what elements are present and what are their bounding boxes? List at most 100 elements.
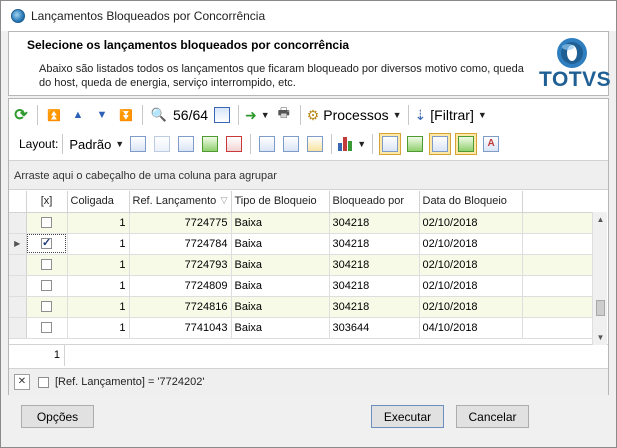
layout-select[interactable]: Padrão ▼ — [69, 133, 124, 155]
row-checkbox-cell[interactable] — [26, 233, 68, 255]
toolbar-navigation: ⟳ ⏫ ▲ ▼ ⏬ 🔍 56/64 ➜ ▼ 🖶 ⚙ Processos ▼ ⇣ [Fil… — [9, 102, 608, 128]
header-title: Selecione os lançamentos bloqueados por … — [27, 38, 350, 52]
row-checkbox[interactable] — [41, 301, 52, 313]
cell-coligada[interactable]: 1 — [67, 212, 130, 234]
export-button[interactable]: ➜ ▼ — [245, 104, 270, 126]
column-header-data-bloqueio[interactable]: Data do Bloqueio — [419, 191, 523, 213]
row-checkbox[interactable] — [41, 236, 52, 250]
next-record-button[interactable]: ▼ — [92, 104, 112, 126]
previous-record-button[interactable]: ▲ — [68, 104, 88, 126]
cell-tipo-bloqueio[interactable]: Baixa — [231, 296, 330, 318]
cell-coligada[interactable]: 1 — [67, 254, 130, 276]
row-checkbox[interactable] — [41, 259, 52, 271]
cell-ref-lancamento[interactable]: 7724809 — [129, 275, 232, 297]
processos-button[interactable]: ⚙ Processos ▼ — [307, 104, 402, 126]
table-row[interactable]: 1 7724816 Baixa 304218 02/10/2018 — [9, 296, 592, 318]
cell-coligada[interactable]: 1 — [67, 275, 130, 297]
cell-data-bloqueio[interactable]: 02/10/2018 — [419, 212, 523, 234]
row-checkbox[interactable] — [41, 280, 52, 292]
cell-ref-lancamento[interactable]: 7741043 — [129, 317, 232, 339]
cell-data-bloqueio[interactable]: 02/10/2018 — [419, 296, 523, 318]
cell-bloqueado-por[interactable]: 304218 — [329, 212, 420, 234]
table-row[interactable]: 1 7724809 Baixa 304218 02/10/2018 — [9, 275, 592, 297]
cell-data-bloqueio[interactable]: 02/10/2018 — [419, 275, 523, 297]
group-by-hint: Arraste aqui o cabeçalho de uma coluna p… — [14, 170, 277, 182]
page-counter-text: 56/64 — [173, 107, 209, 123]
row-checkbox[interactable] — [41, 217, 52, 229]
last-record-button[interactable]: ⏬ — [116, 104, 136, 126]
layout-columns-button[interactable] — [176, 133, 196, 155]
view-filter-toggle[interactable] — [429, 133, 452, 155]
layout-export-button[interactable] — [224, 133, 244, 155]
cell-coligada[interactable]: 1 — [67, 296, 130, 318]
filter-enable-checkbox[interactable] — [38, 376, 49, 388]
vertical-scrollbar[interactable]: ▲ ▼ — [592, 212, 607, 345]
layout-edit-icon — [154, 136, 171, 152]
totvs-logo: TOTVS — [539, 36, 611, 94]
table-row[interactable]: 1 7724775 Baixa 304218 02/10/2018 — [9, 212, 592, 234]
cell-bloqueado-por[interactable]: 303644 — [329, 317, 420, 339]
column-header-tipo-bloqueio[interactable]: Tipo de Bloqueio — [231, 191, 330, 213]
cell-bloqueado-por[interactable]: 304218 — [329, 233, 420, 255]
scroll-down-icon[interactable]: ▼ — [593, 330, 608, 345]
cell-ref-lancamento[interactable]: 7724816 — [129, 296, 232, 318]
opcoes-button[interactable]: Opções — [21, 405, 94, 428]
layout-import-button[interactable] — [200, 133, 220, 155]
cell-data-bloqueio[interactable]: 02/10/2018 — [419, 254, 523, 276]
group-by-area[interactable]: Arraste aqui o cabeçalho de uma coluna p… — [9, 160, 608, 190]
table-row[interactable]: 1 7741043 Baixa 303644 04/10/2018 — [9, 317, 592, 339]
column-header-bloqueado-por[interactable]: Bloqueado por — [329, 191, 420, 213]
cell-tipo-bloqueio[interactable]: Baixa — [231, 317, 330, 339]
row-checkbox-cell[interactable] — [26, 254, 68, 276]
cancelar-button[interactable]: Cancelar — [456, 405, 529, 428]
group-button[interactable] — [257, 133, 277, 155]
scroll-thumb[interactable] — [596, 300, 605, 316]
cell-tipo-bloqueio[interactable]: Baixa — [231, 233, 330, 255]
table-row[interactable]: ▶ 17724784Baixa30421802/10/2018 — [9, 233, 592, 255]
clear-filter-icon[interactable]: ✕ — [14, 374, 30, 390]
cell-data-bloqueio[interactable]: 04/10/2018 — [419, 317, 523, 339]
chart-button[interactable]: ▼ — [338, 133, 366, 155]
scroll-up-icon[interactable]: ▲ — [593, 212, 608, 227]
export-icon — [226, 136, 243, 152]
row-checkbox[interactable] — [41, 322, 52, 334]
cell-ref-lancamento[interactable]: 7724793 — [129, 254, 232, 276]
row-checkbox-cell[interactable] — [26, 275, 68, 297]
cell-tipo-bloqueio[interactable]: Baixa — [231, 212, 330, 234]
cell-tipo-bloqueio[interactable]: Baixa — [231, 275, 330, 297]
cell-coligada[interactable]: 1 — [67, 317, 130, 339]
layout-save-button[interactable] — [128, 133, 148, 155]
find-button[interactable]: 🔍 — [149, 104, 169, 126]
view-preview-toggle[interactable] — [455, 133, 478, 155]
filter-expression[interactable]: [Ref. Lançamento] = '7724202' — [55, 376, 204, 388]
column-header-select[interactable]: [x] — [26, 191, 68, 213]
layout-edit-button[interactable] — [152, 133, 172, 155]
executar-button[interactable]: Executar — [371, 405, 444, 428]
cell-bloqueado-por[interactable]: 304218 — [329, 296, 420, 318]
cell-bloqueado-por[interactable]: 304218 — [329, 254, 420, 276]
view-panel-toggle[interactable] — [379, 133, 402, 155]
sum-button[interactable] — [281, 133, 301, 155]
cell-ref-lancamento[interactable]: 7724784 — [129, 233, 232, 255]
cell-tipo-bloqueio[interactable]: Baixa — [231, 254, 330, 276]
cell-ref-lancamento[interactable]: 7724775 — [129, 212, 232, 234]
calendar-button[interactable] — [212, 104, 232, 126]
font-button[interactable]: A — [481, 133, 501, 155]
column-header-coligada[interactable]: Coligada — [67, 191, 130, 213]
print-button[interactable]: 🖶 — [274, 104, 294, 126]
layout-label: Layout: — [19, 137, 59, 151]
first-record-button[interactable]: ⏫ — [44, 104, 64, 126]
cell-bloqueado-por[interactable]: 304218 — [329, 275, 420, 297]
cell-coligada[interactable]: 1 — [67, 233, 130, 255]
table-row[interactable]: 1 7724793 Baixa 304218 02/10/2018 — [9, 254, 592, 276]
row-checkbox-cell[interactable] — [26, 212, 68, 234]
filter-funnel-icon[interactable]: ▽ — [221, 195, 228, 206]
view-footer-toggle[interactable] — [405, 133, 425, 155]
column-header-ref-lancamento[interactable]: Ref. Lançamento ▽ — [129, 191, 232, 213]
filtrar-button[interactable]: ⇣ [Filtrar] ▼ — [415, 104, 487, 126]
refresh-button[interactable]: ⟳ — [11, 104, 31, 126]
cell-data-bloqueio[interactable]: 02/10/2018 — [419, 233, 523, 255]
row-checkbox-cell[interactable] — [26, 317, 68, 339]
highlight-button[interactable] — [305, 133, 325, 155]
row-checkbox-cell[interactable] — [26, 296, 68, 318]
